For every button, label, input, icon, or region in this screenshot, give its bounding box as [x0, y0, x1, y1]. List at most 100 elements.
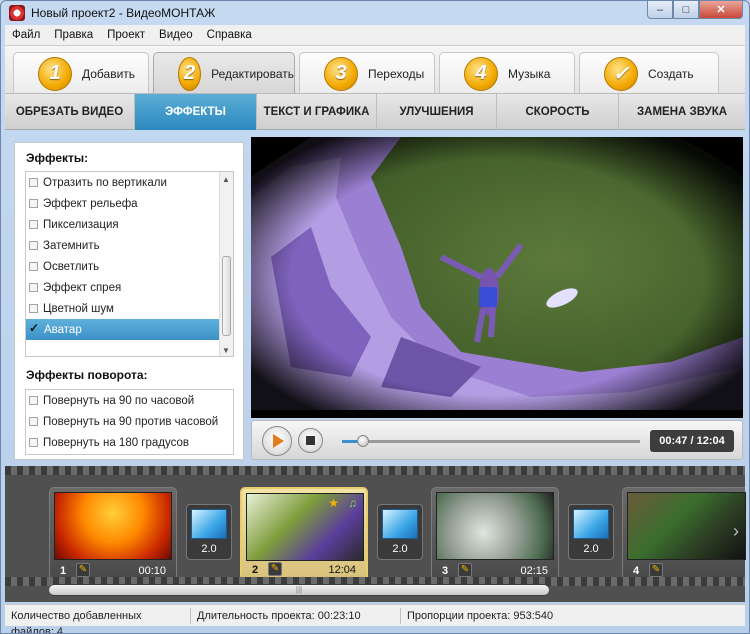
checkbox[interactable] [29, 178, 38, 187]
menu-project[interactable]: Проект [100, 29, 152, 41]
list-item[interactable]: Эффект спрея [26, 277, 233, 298]
window-title: Новый проект2 - ВидеоМОНТАЖ [31, 6, 216, 20]
transition-3[interactable]: 2.0 [568, 504, 614, 560]
checkbox[interactable] [29, 438, 38, 447]
seek-track[interactable] [342, 440, 640, 443]
timeline-scroll-thumb[interactable]: ||| [49, 585, 549, 595]
checkbox[interactable] [29, 396, 38, 405]
clip-3[interactable]: 3 ✎ 02:15 [431, 487, 559, 581]
stop-button[interactable] [298, 428, 323, 453]
list-item[interactable]: Повернуть на 180 градусов [26, 432, 233, 453]
minimize-button[interactable]: – [647, 1, 673, 19]
transition-duration: 2.0 [392, 543, 408, 555]
rotation-heading: Эффекты поворота: [26, 368, 148, 382]
rotation-list: Повернуть на 90 по часовой Повернуть на … [25, 389, 234, 455]
effects-panel: Эффекты: Отразить по вертикали Эффект ре… [14, 142, 244, 460]
list-item-label: Затемнить [43, 239, 100, 252]
clip-2-selected[interactable]: ★ ♫ 2 ✎ 12:04 [240, 487, 368, 581]
scroll-up-icon[interactable]: ▲ [222, 175, 230, 184]
subtab-replace-audio[interactable]: ЗАМЕНА ЗВУКА [619, 94, 745, 130]
subtab-enhancements[interactable]: УЛУЧШЕНИЯ [377, 94, 497, 130]
scroll-thumb[interactable] [222, 256, 231, 336]
scroll-down-icon[interactable]: ▼ [222, 346, 230, 355]
step-transitions[interactable]: 3 Переходы [299, 52, 435, 94]
step-add[interactable]: 1 Добавить [13, 52, 149, 94]
edit-pencil-icon[interactable]: ✎ [76, 563, 90, 577]
subtab-text-graphics[interactable]: ТЕКСТ И ГРАФИКА [257, 94, 377, 130]
clip-number: 2 [252, 564, 259, 576]
effects-scrollbar[interactable]: ▲ ▼ [219, 172, 233, 356]
checkmark-icon: ✓ [604, 56, 638, 91]
transition-2[interactable]: 2.0 [377, 504, 423, 560]
list-item-selected[interactable]: ✓ Аватар [26, 319, 233, 340]
step-number-badge: 1 [38, 56, 72, 91]
menu-help[interactable]: Справка [200, 29, 259, 41]
star-icon: ★ [328, 496, 339, 510]
menu-edit[interactable]: Правка [47, 29, 100, 41]
play-button[interactable] [262, 426, 292, 456]
list-item[interactable]: Осветлить [26, 256, 233, 277]
list-item[interactable]: Повернуть на 90 против часовой [26, 411, 233, 432]
stop-icon [306, 436, 315, 445]
title-bar: Новый проект2 - ВидеоМОНТАЖ – □ ✕ [1, 1, 749, 25]
seek-thumb[interactable] [356, 435, 369, 447]
storyboard-timeline: 1 ✎ 00:10 2.0 ★ ♫ 2 ✎ 12:04 2.0 3 ✎ 02:1… [5, 466, 746, 602]
step-music[interactable]: 4 Музыка [439, 52, 575, 94]
list-item[interactable]: Затемнить [26, 235, 233, 256]
checkbox[interactable] [29, 220, 38, 229]
status-project-duration: Длительность проекта: 00:23:10 [191, 607, 401, 624]
list-item-label: Эффект рельефа [43, 197, 138, 210]
clip-4[interactable]: 4 ✎ [622, 487, 746, 581]
subtab-effects[interactable]: ЭФФЕКТЫ [135, 94, 257, 130]
step-create[interactable]: ✓ Создать [579, 52, 719, 94]
maximize-button[interactable]: □ [673, 1, 699, 19]
music-note-icon: ♫ [348, 496, 357, 510]
step-edit[interactable]: 2 Редактировать [153, 52, 295, 94]
clip-duration: 12:04 [328, 564, 356, 576]
clip-thumbnail [627, 492, 746, 560]
menu-file[interactable]: Файл [5, 29, 47, 41]
checkbox[interactable] [29, 262, 38, 271]
subtab-speed[interactable]: СКОРОСТЬ [497, 94, 619, 130]
step-number-badge: 3 [324, 56, 358, 91]
transition-duration: 2.0 [583, 543, 599, 555]
play-icon [273, 434, 284, 448]
checkbox[interactable] [29, 417, 38, 426]
clip-number: 1 [60, 565, 67, 577]
menu-video[interactable]: Видео [152, 29, 200, 41]
list-item[interactable]: Пикселизация [26, 214, 233, 235]
edit-pencil-icon[interactable]: ✎ [268, 562, 282, 576]
transition-1[interactable]: 2.0 [186, 504, 232, 560]
edit-pencil-icon[interactable]: ✎ [649, 563, 663, 577]
list-item-label: Цветной шум [43, 302, 114, 315]
checkbox[interactable] [29, 199, 38, 208]
clip-number: 3 [442, 565, 449, 577]
list-item[interactable]: Эффект рельефа [26, 193, 233, 214]
chevron-right-icon[interactable]: › [733, 521, 739, 542]
video-preview [251, 137, 743, 418]
checkmark-icon[interactable]: ✓ [29, 322, 39, 334]
player-controls: 00:47 / 12:04 [251, 420, 743, 460]
list-item-label: Повернуть на 180 градусов [43, 436, 190, 449]
clip-duration: 02:15 [520, 565, 548, 577]
clip-1[interactable]: 1 ✎ 00:10 [49, 487, 177, 581]
edit-pencil-icon[interactable]: ✎ [458, 563, 472, 577]
timeline-scrollbar[interactable]: ||| [49, 584, 549, 596]
list-item[interactable]: Повернуть на 90 по часовой [26, 390, 233, 411]
clip-thumbnail [54, 492, 172, 560]
close-button[interactable]: ✕ [699, 1, 743, 19]
checkbox[interactable] [29, 283, 38, 292]
step-label: Создать [648, 66, 694, 81]
time-display: 00:47 / 12:04 [650, 430, 734, 452]
list-item[interactable]: Цветной шум [26, 298, 233, 319]
clip-thumbnail [436, 492, 554, 560]
list-item[interactable]: Отразить по вертикали [26, 172, 233, 193]
step-label: Музыка [508, 66, 551, 81]
list-item-label: Аватар [44, 323, 82, 336]
checkbox[interactable] [29, 304, 38, 313]
checkbox[interactable] [29, 241, 38, 250]
subtab-trim[interactable]: ОБРЕЗАТЬ ВИДЕО [5, 94, 135, 130]
step-label: Переходы [368, 66, 425, 81]
app-logo-icon [9, 5, 25, 21]
transition-thumbnail [573, 509, 609, 539]
